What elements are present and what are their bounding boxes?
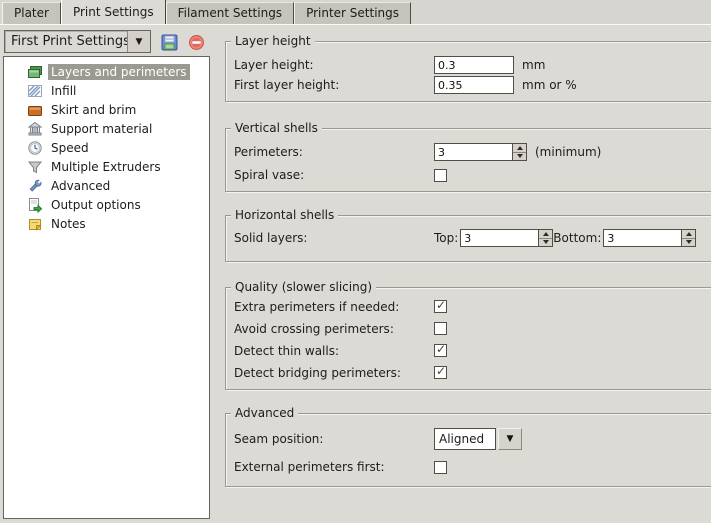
sidebar-item-label: Output options	[48, 197, 144, 213]
group-title: Horizontal shells	[231, 208, 338, 222]
seam-position-value: Aligned	[434, 428, 496, 450]
layer-height-label: Layer height:	[234, 58, 434, 72]
spiral-vase-label: Spiral vase:	[234, 168, 434, 182]
layer-height-input[interactable]	[434, 56, 514, 74]
solid-layers-bottom-input[interactable]	[603, 229, 681, 247]
group-advanced: Advanced Seam position: Aligned ▼ Extern…	[225, 413, 711, 487]
sidebar-item-label: Skirt and brim	[48, 102, 139, 118]
tab-strip: Plater Print Settings Filament Settings …	[0, 0, 711, 25]
group-title: Quality (slower slicing)	[231, 280, 376, 294]
sidebar-item-label: Layers and perimeters	[48, 64, 190, 80]
extra-perimeters-label: Extra perimeters if needed:	[234, 300, 434, 314]
perimeters-input[interactable]	[434, 143, 512, 161]
external-perimeters-first-label: External perimeters first:	[234, 460, 434, 474]
preset-select[interactable]: First Print Settings ▼	[4, 30, 151, 53]
first-layer-height-label: First layer height:	[234, 78, 434, 92]
first-layer-height-input[interactable]	[434, 76, 514, 94]
sidebar-item-layers-and-perimeters[interactable]: Layers and perimeters	[4, 62, 209, 81]
support-building-icon	[27, 121, 43, 137]
sidebar-item-multiple-extruders[interactable]: Multiple Extruders	[4, 157, 209, 176]
settings-category-tree: Layers and perimeters Infill Skirt and b…	[3, 56, 210, 519]
sidebar-item-label: Speed	[48, 140, 92, 156]
solid-layers-top-input[interactable]	[460, 229, 538, 247]
seam-position-select[interactable]: Aligned ▼	[434, 428, 522, 450]
spin-up-button[interactable]	[682, 230, 695, 239]
sidebar-item-label: Support material	[48, 121, 155, 137]
perimeters-note: (minimum)	[535, 145, 601, 159]
tab-filament-settings[interactable]: Filament Settings	[166, 2, 294, 24]
sidebar-item-label: Multiple Extruders	[48, 159, 164, 175]
seam-position-dropdown-button[interactable]: ▼	[498, 428, 522, 450]
solid-layers-label: Solid layers:	[234, 231, 434, 245]
sidebar-item-support-material[interactable]: Support material	[4, 119, 209, 138]
layer-height-unit: mm	[522, 58, 545, 72]
sidebar-item-skirt-and-brim[interactable]: Skirt and brim	[4, 100, 209, 119]
first-layer-height-unit: mm or %	[522, 78, 577, 92]
tab-printer-settings[interactable]: Printer Settings	[294, 2, 411, 24]
skirt-box-icon	[27, 102, 43, 118]
spin-down-button[interactable]	[682, 239, 695, 247]
extra-perimeters-checkbox[interactable]	[434, 300, 447, 313]
tab-print-settings[interactable]: Print Settings	[61, 0, 166, 24]
sidebar-item-speed[interactable]: Speed	[4, 138, 209, 157]
perimeters-label: Perimeters:	[234, 145, 434, 159]
sidebar-item-infill[interactable]: Infill	[4, 81, 209, 100]
detect-thin-walls-checkbox[interactable]	[434, 344, 447, 357]
preset-select-value: First Print Settings	[5, 31, 127, 52]
perimeters-spinner	[434, 143, 527, 161]
solid-layers-bottom-label: Bottom:	[553, 231, 601, 245]
spin-buttons	[538, 229, 553, 247]
group-layer-height: Layer height Layer height: mm First laye…	[225, 41, 711, 102]
output-page-icon	[27, 197, 43, 213]
delete-preset-button[interactable]	[186, 32, 206, 52]
group-title: Advanced	[231, 406, 298, 420]
solid-layers-top-spinner	[460, 229, 553, 247]
group-quality: Quality (slower slicing) Extra perimeter…	[225, 287, 711, 390]
group-horizontal-shells: Horizontal shells Solid layers: Top: Bot…	[225, 215, 711, 262]
solid-layers-top-label: Top:	[434, 231, 458, 245]
tab-plater[interactable]: Plater	[2, 2, 61, 24]
chevron-down-icon: ▼	[136, 37, 143, 47]
detect-bridging-perimeters-checkbox[interactable]	[434, 366, 447, 379]
floppy-disk-save-icon	[161, 34, 178, 51]
spin-down-button[interactable]	[539, 239, 552, 247]
external-perimeters-first-checkbox[interactable]	[434, 461, 447, 474]
spin-up-button[interactable]	[513, 144, 526, 153]
red-minus-delete-icon	[188, 34, 205, 51]
wrench-icon	[27, 178, 43, 194]
sidebar-item-label: Notes	[48, 216, 89, 232]
sidebar-item-label: Advanced	[48, 178, 113, 194]
solid-layers-bottom-spinner	[603, 229, 696, 247]
layers-icon	[27, 64, 43, 80]
seam-position-label: Seam position:	[234, 432, 434, 446]
group-title: Vertical shells	[231, 121, 322, 135]
save-preset-button[interactable]	[159, 32, 179, 52]
spiral-vase-checkbox[interactable]	[434, 169, 447, 182]
avoid-crossing-perimeters-label: Avoid crossing perimeters:	[234, 322, 434, 336]
avoid-crossing-perimeters-checkbox[interactable]	[434, 322, 447, 335]
sidebar-item-advanced[interactable]: Advanced	[4, 176, 209, 195]
preset-dropdown-button[interactable]: ▼	[127, 31, 150, 52]
chevron-down-icon: ▼	[507, 434, 514, 444]
detect-thin-walls-label: Detect thin walls:	[234, 344, 434, 358]
spin-buttons	[512, 143, 527, 161]
notes-icon	[27, 216, 43, 232]
spin-down-button[interactable]	[513, 153, 526, 161]
group-title: Layer height	[231, 34, 315, 48]
slic3r-window: { "tabs": [ {"label": "Plater", "active"…	[0, 0, 711, 523]
group-vertical-shells: Vertical shells Perimeters: (minimum) Sp…	[225, 128, 711, 192]
funnel-icon	[27, 159, 43, 175]
sidebar-item-output-options[interactable]: Output options	[4, 195, 209, 214]
spin-buttons	[681, 229, 696, 247]
speed-clock-icon	[27, 140, 43, 156]
sidebar-item-notes[interactable]: Notes	[4, 214, 209, 233]
sidebar-item-label: Infill	[48, 83, 79, 99]
detect-bridging-perimeters-label: Detect bridging perimeters:	[234, 366, 434, 380]
infill-hatch-icon	[27, 83, 43, 99]
spin-up-button[interactable]	[539, 230, 552, 239]
